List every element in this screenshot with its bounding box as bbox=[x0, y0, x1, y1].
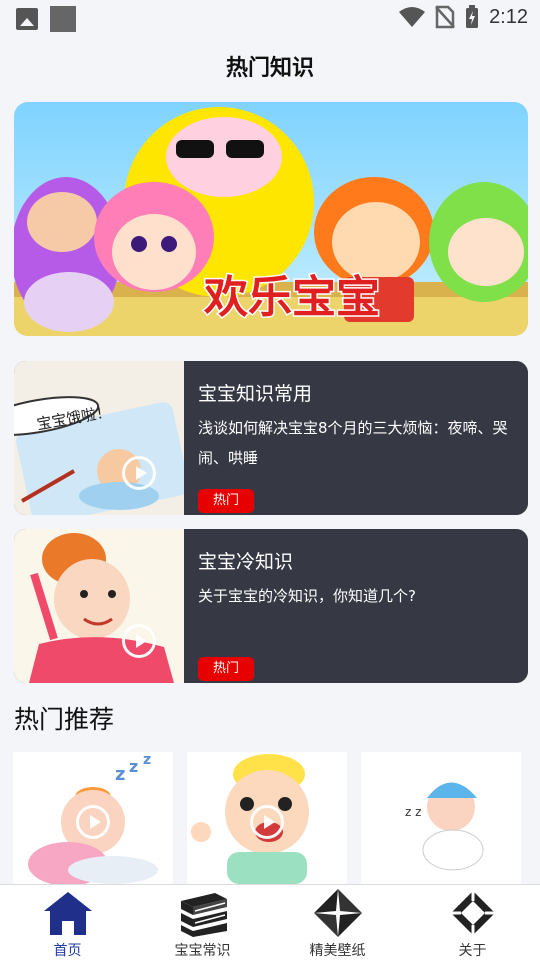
svg-text:z: z bbox=[115, 764, 125, 785]
no-sim-icon bbox=[435, 5, 455, 29]
svg-text:z: z bbox=[129, 757, 138, 776]
play-icon[interactable] bbox=[122, 456, 156, 490]
article-thumbnail: 宝宝饿啦！ bbox=[14, 361, 184, 515]
wifi-icon bbox=[399, 7, 426, 27]
play-icon[interactable] bbox=[122, 624, 156, 658]
compass-diamond-icon bbox=[450, 891, 495, 935]
battery-charging-icon bbox=[466, 5, 479, 28]
diamond-quadrant-icon bbox=[313, 889, 362, 937]
nav-label: 宝宝常识 bbox=[174, 943, 231, 959]
hot-badge: 热门 bbox=[198, 657, 254, 681]
article-card[interactable]: 宝宝冷知识 关于宝宝的冷知识，你知道几个? 热门 bbox=[14, 529, 528, 683]
article-title: 宝宝知识常用 bbox=[198, 383, 313, 405]
bottom-navigation: 首页 宝宝常识 精美壁纸 关于 bbox=[0, 884, 540, 960]
recommend-item[interactable]: z z bbox=[361, 752, 521, 884]
recommend-item[interactable]: z z z bbox=[13, 752, 173, 884]
home-icon bbox=[43, 892, 92, 935]
article-title: 宝宝冷知识 bbox=[198, 551, 294, 573]
article-description: 关于宝宝的冷知识，你知道几个? bbox=[198, 587, 416, 605]
recommend-item[interactable] bbox=[187, 752, 347, 884]
baby-on-moon-image: z z bbox=[361, 752, 521, 884]
article-card[interactable]: 宝宝饿啦！ 宝宝知识常用 浅谈如何解决宝宝8个月的三大烦恼：夜啼、哭闹、哄睡 热… bbox=[14, 361, 528, 515]
nav-item-home[interactable]: 首页 bbox=[0, 885, 135, 960]
nav-item-baby-knowledge[interactable]: 宝宝常识 bbox=[135, 885, 270, 960]
app-notification-icon bbox=[50, 6, 76, 32]
article-description: 浅谈如何解决宝宝8个月的三大烦恼：夜啼、哭闹、哄睡 bbox=[198, 419, 508, 467]
nav-item-wallpapers[interactable]: 精美壁纸 bbox=[270, 885, 405, 960]
article-info-panel: 宝宝冷知识 关于宝宝的冷知识，你知道几个? 热门 bbox=[184, 529, 528, 683]
nav-label: 关于 bbox=[458, 943, 487, 959]
banner-caption: 欢乐宝宝 bbox=[203, 272, 380, 323]
article-info-panel: 宝宝知识常用 浅谈如何解决宝宝8个月的三大烦恼：夜啼、哭闹、哄睡 热门 bbox=[184, 361, 528, 515]
nav-item-about[interactable]: 关于 bbox=[405, 885, 540, 960]
nav-label: 精美壁纸 bbox=[309, 943, 366, 959]
svg-text:z z: z z bbox=[405, 805, 421, 819]
nav-label: 首页 bbox=[53, 943, 82, 959]
hot-badge: 热门 bbox=[198, 489, 254, 513]
svg-text:z: z bbox=[143, 752, 151, 768]
article-thumbnail bbox=[14, 529, 184, 683]
section-title-recommend: 热门推荐 bbox=[14, 705, 115, 734]
banner-carousel[interactable]: 欢乐宝宝 bbox=[14, 102, 528, 336]
banner-cartoon-image: 欢乐宝宝 bbox=[14, 102, 528, 336]
books-icon bbox=[180, 893, 227, 937]
play-icon[interactable] bbox=[250, 805, 284, 839]
status-time: 2:12 bbox=[489, 5, 528, 28]
page-title: 热门知识 bbox=[225, 56, 314, 81]
status-bar: 2:12 bbox=[0, 0, 540, 36]
play-icon[interactable] bbox=[76, 805, 110, 839]
image-notification-icon bbox=[16, 8, 38, 30]
